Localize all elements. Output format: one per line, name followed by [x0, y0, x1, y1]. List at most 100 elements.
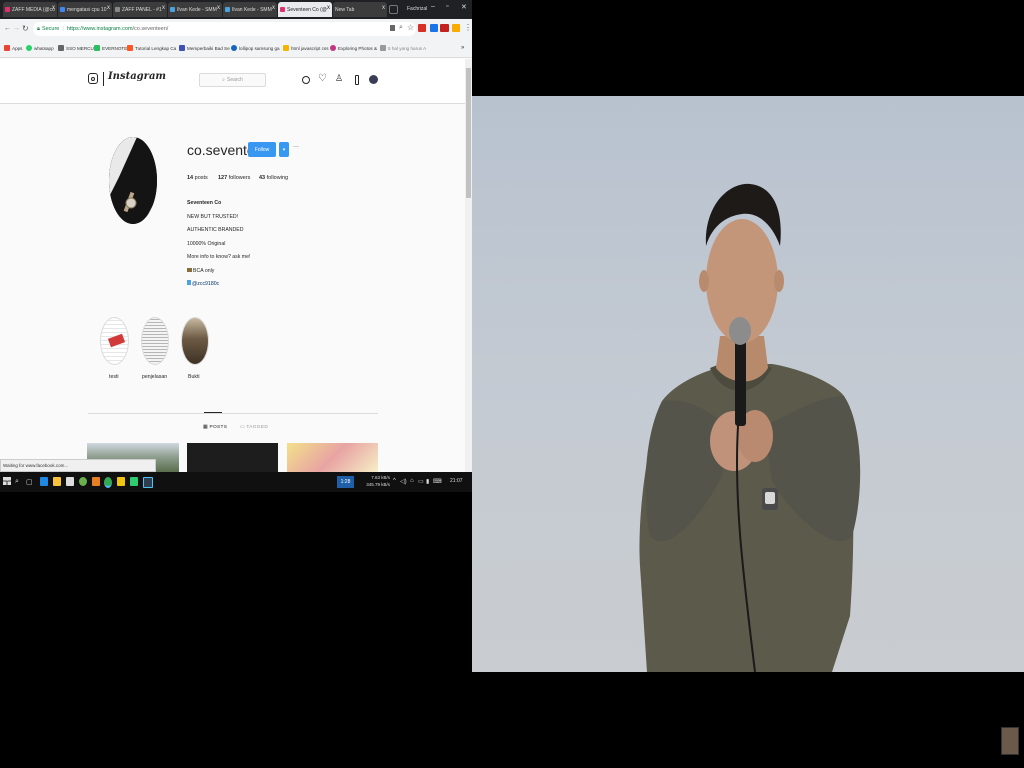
follow-dropdown-button[interactable]: ▾: [279, 142, 289, 157]
tab-new-tab[interactable]: New Tab x: [333, 2, 387, 17]
highlight-testi[interactable]: [100, 317, 129, 365]
more-bookmarks-icon[interactable]: »: [461, 45, 464, 51]
close-window-icon[interactable]: ✕: [461, 3, 467, 11]
close-tab-icon[interactable]: x: [327, 5, 330, 11]
tab-ilvan-kede-1[interactable]: Ilvan Kede - SMM x: [168, 2, 222, 17]
bookmark-memperbaiki[interactable]: Memperbaiki Bad Se: [179, 45, 230, 51]
webcam-thumbnail[interactable]: [1001, 727, 1019, 755]
following-count[interactable]: 43 following: [259, 175, 288, 181]
app-icon[interactable]: [117, 477, 125, 486]
app-icon[interactable]: [79, 477, 87, 486]
close-tab-icon[interactable]: x: [52, 5, 55, 11]
highlight-label: penjelasan: [142, 374, 168, 380]
app-icon[interactable]: [143, 477, 153, 488]
restore-icon[interactable]: ▫: [446, 3, 448, 10]
app-icon[interactable]: [92, 477, 100, 486]
video-frame: [472, 96, 1024, 672]
bookmark-tutorial[interactable]: Tutorial Lengkap Ca: [127, 45, 176, 51]
app-icon[interactable]: [130, 477, 138, 486]
battery-icon[interactable]: ▭: [418, 478, 424, 485]
tab-posts[interactable]: ▦ POSTS: [203, 425, 227, 430]
scrollbar-thumb[interactable]: [466, 68, 471, 198]
instagram-camera-icon[interactable]: [88, 73, 98, 84]
folder-icon: [283, 45, 289, 51]
tab-strip: ZAFF MEDIA (@co x mengatasi cpu 10 x ZAFF …: [0, 0, 472, 19]
tab-ilvan-kede-2[interactable]: Ilvan Kede - SMM x: [223, 2, 277, 17]
network-icon[interactable]: ⌂: [410, 478, 414, 484]
bookmark-whatsapp[interactable]: whatsapp: [26, 45, 54, 51]
tab-tagged[interactable]: ▭ TAGGED: [240, 425, 268, 430]
close-tab-icon[interactable]: x: [162, 5, 165, 11]
instagram-header: Instagram ⌕ Search ♡ ♙: [0, 59, 465, 104]
heart-icon[interactable]: ♡: [318, 73, 327, 84]
tab-zaff-panel[interactable]: ZAFF PANEL - #1 x: [113, 2, 167, 17]
volume-icon[interactable]: ◁): [400, 478, 407, 485]
close-tab-icon[interactable]: x: [382, 5, 385, 11]
close-tab-icon[interactable]: x: [217, 5, 220, 11]
page-favicon-icon: [170, 7, 175, 12]
tab-zaff-media[interactable]: ZAFF MEDIA (@co x: [3, 2, 57, 17]
post-thumbnail[interactable]: [287, 443, 378, 472]
extension-icon[interactable]: [430, 24, 438, 32]
start-windows-icon[interactable]: [3, 477, 11, 485]
task-view-icon[interactable]: ▢: [26, 478, 33, 486]
address-bar[interactable]: 🔒︎ Secure | https://www.instagram.com/co…: [33, 22, 416, 36]
page-icon: [380, 45, 386, 51]
highlight-penjelasan[interactable]: [141, 317, 169, 365]
back-icon[interactable]: ←: [4, 25, 11, 32]
phone-emoji-icon: [187, 280, 191, 285]
tab-seventeen-co[interactable]: Seventeen Co (@ x: [278, 2, 332, 17]
bookmark-lollipop[interactable]: lollipop samsung ga: [231, 45, 280, 51]
follow-button[interactable]: Follow: [248, 142, 276, 157]
tag-icon: ▭: [240, 425, 245, 430]
profile-bio: Seventeen Co NEW BUT TRUSTED! AUTHENTIC …: [187, 197, 250, 292]
store-icon[interactable]: [66, 477, 74, 486]
extension-icon[interactable]: [452, 24, 460, 32]
bookmark-html-js[interactable]: html javascript css: [283, 45, 329, 51]
bookmark-apps[interactable]: Apps: [4, 45, 22, 51]
search-input[interactable]: ⌕ Search: [199, 73, 266, 87]
close-tab-icon[interactable]: x: [107, 5, 110, 11]
keyboard-icon[interactable]: ⌨: [433, 478, 442, 485]
clock[interactable]: 21:07: [450, 478, 463, 484]
page-icon: [58, 45, 64, 51]
extension-icon[interactable]: [440, 24, 449, 32]
file-explorer-icon[interactable]: [53, 477, 61, 486]
close-tab-icon[interactable]: x: [272, 5, 275, 11]
secure-label: Secure: [41, 26, 60, 32]
chrome-icon[interactable]: [104, 477, 112, 488]
followers-count[interactable]: 127 followers: [218, 175, 250, 181]
reload-icon[interactable]: ↻: [22, 24, 29, 33]
extension-icon[interactable]: [418, 24, 426, 32]
chevron-up-icon[interactable]: ^: [393, 478, 396, 484]
bookmark-star-icon[interactable]: ☆: [407, 23, 414, 32]
bio-line: NEW BUT TRUSTED!: [187, 213, 239, 220]
explore-compass-icon[interactable]: [302, 76, 310, 84]
search-icon[interactable]: ⌕: [15, 478, 19, 486]
menu-kebab-icon[interactable]: ⋮: [464, 23, 472, 32]
minimize-icon[interactable]: –: [431, 3, 435, 10]
profile-icon[interactable]: ♙: [335, 73, 343, 84]
search-icon[interactable]: ⌕: [399, 24, 403, 32]
bookmark-exploring-photos[interactable]: Exploring Photos &: [330, 45, 377, 51]
bookmark-5-hal[interactable]: 5 hal yang harus A: [380, 45, 426, 51]
post-thumbnail[interactable]: [187, 443, 278, 472]
instagram-wordmark[interactable]: Instagram: [108, 71, 166, 82]
video-timer-badge[interactable]: 1:28: [337, 476, 354, 488]
avatar[interactable]: [109, 137, 157, 224]
tab-mengatasi-cpu[interactable]: mengatasi cpu 10 x: [58, 2, 112, 17]
whatsapp-icon: [26, 45, 32, 51]
profile-name[interactable]: Fachrizal: [407, 6, 427, 12]
bookmark-evernote[interactable]: EVERNOTE: [94, 45, 127, 51]
page-translate-icon[interactable]: [390, 25, 395, 31]
mobile-app-icon[interactable]: [355, 75, 359, 85]
bookmark-sso-mercu[interactable]: SSO MERCU: [58, 45, 94, 51]
more-options-button[interactable]: ···: [293, 144, 299, 150]
edge-icon[interactable]: [40, 477, 48, 486]
apps-grid-icon: [4, 45, 10, 51]
notification-icon[interactable]: ▮: [426, 478, 429, 485]
new-tab-button[interactable]: [389, 5, 398, 14]
extension-badge-icon[interactable]: [369, 75, 378, 84]
forward-icon[interactable]: →: [13, 25, 20, 32]
highlight-bukti[interactable]: [181, 317, 209, 365]
